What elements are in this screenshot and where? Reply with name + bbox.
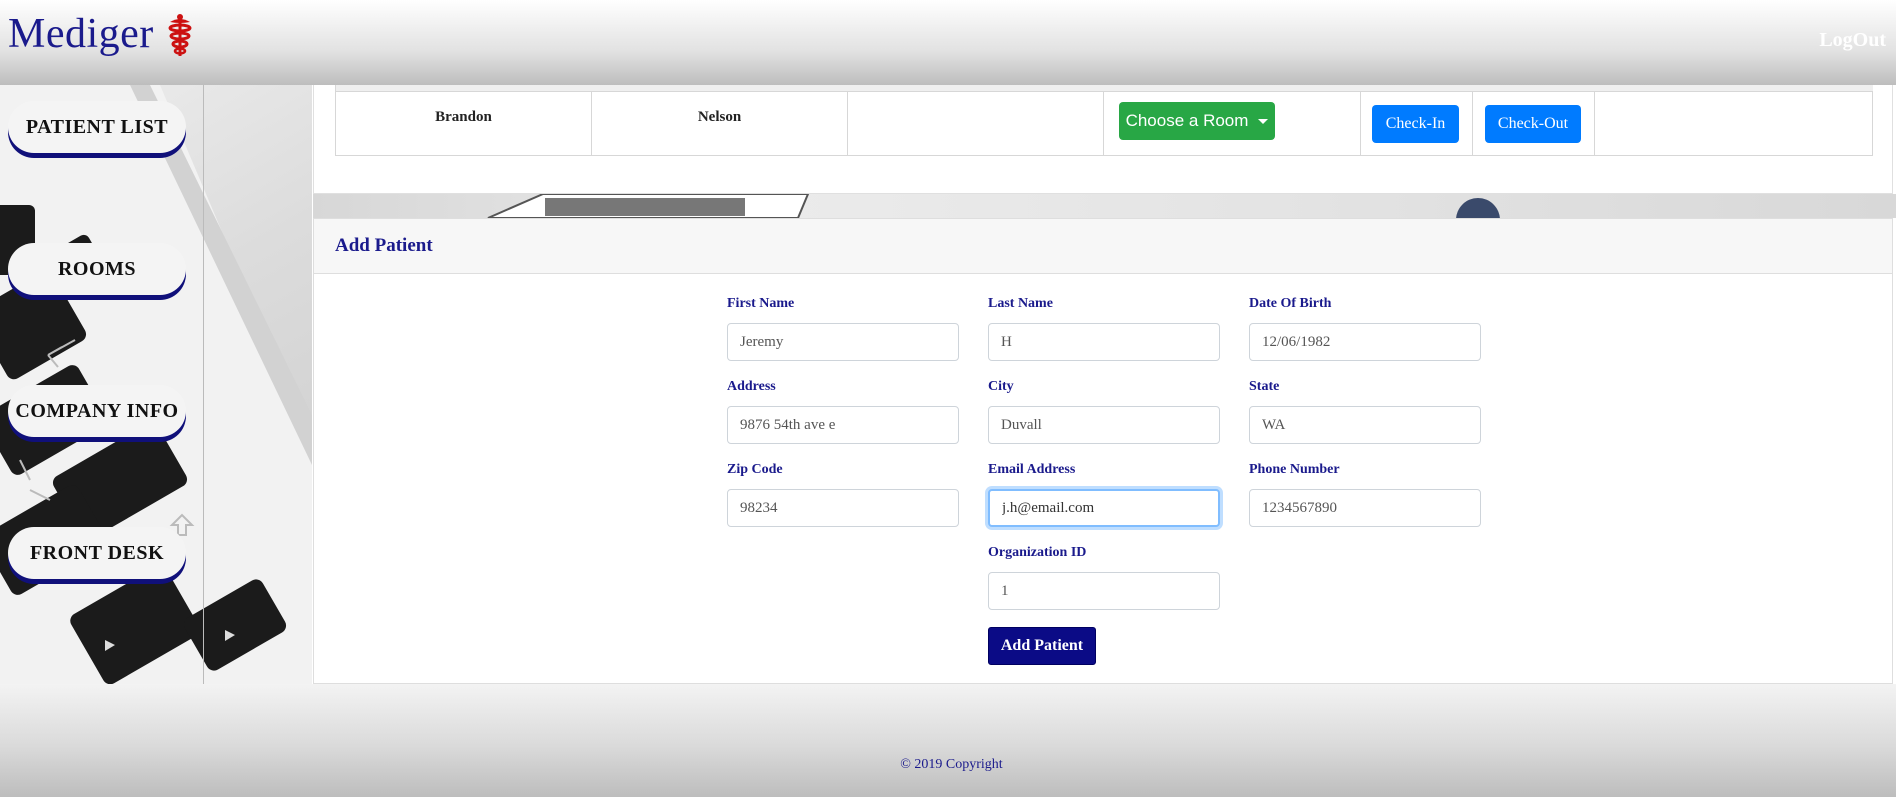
first-name-label: First Name [727,296,795,311]
sidebar-item-rooms[interactable]: ROOMS [8,243,186,295]
choose-room-dropdown[interactable]: Choose a Room [1119,102,1275,140]
sidebar-item-front-desk[interactable]: FRONT DESK [8,527,186,579]
header: Mediger LogOut [0,0,1896,85]
dob-label: Date Of Birth [1249,296,1332,311]
table-cell: Check-Out [1473,92,1595,156]
patient-table-card: Brandon Nelson Choose a Room Check-In Ch… [313,85,1893,194]
background-strip [313,194,1896,218]
caduceus-logo-icon [168,14,192,56]
last-name-label: Last Name [988,296,1053,311]
add-patient-title: Add Patient [335,235,433,256]
logout-link[interactable]: LogOut [1819,29,1886,52]
footer: © 2019 Copyright [0,684,1896,797]
table-cell [848,92,1104,156]
zip-code-label: Zip Code [727,462,783,477]
email-input[interactable] [988,489,1220,527]
add-patient-header: Add Patient [314,219,1892,274]
table-cell: Brandon [336,92,592,156]
zip-code-input[interactable] [727,489,959,527]
sidebar-item-label: PATIENT LIST [25,115,169,138]
state-label: State [1249,379,1280,394]
address-label: Address [727,379,776,394]
brand[interactable]: Mediger [8,10,194,58]
organization-id-input[interactable] [988,572,1220,610]
patient-first-name: Brandon [435,109,492,125]
caret-down-icon [1258,118,1269,124]
dob-input[interactable] [1249,323,1481,361]
sidebar-divider [203,85,204,684]
last-name-input[interactable] [988,323,1220,361]
add-patient-card: Add Patient First Name Last Name Date Of… [313,218,1893,684]
sidebar-item-label: ROOMS [57,257,137,280]
sidebar-item-label: FRONT DESK [29,541,165,564]
table-cell: Choose a Room [1104,92,1361,156]
sidebar-item-company-info[interactable]: COMPANY INFO [8,385,186,437]
sidebar-item-patient-list[interactable]: PATIENT LIST [8,101,186,153]
choose-room-label: Choose a Room [1125,111,1249,130]
address-input[interactable] [727,406,959,444]
state-input[interactable] [1249,406,1481,444]
city-label: City [988,379,1014,394]
add-patient-button[interactable]: Add Patient [988,627,1096,665]
city-input[interactable] [988,406,1220,444]
brand-name: Mediger [8,11,154,57]
phone-input[interactable] [1249,489,1481,527]
table-cell: Nelson [592,92,848,156]
check-out-button[interactable]: Check-Out [1485,105,1581,143]
patient-last-name: Nelson [697,109,742,125]
sidebar-item-label: COMPANY INFO [15,399,179,422]
table-cell: Check-In [1361,92,1473,156]
email-label: Email Address [988,462,1076,477]
first-name-input[interactable] [727,323,959,361]
organization-id-label: Organization ID [988,545,1087,560]
patient-table: Brandon Nelson Choose a Room Check-In Ch… [335,91,1873,156]
copyright-text: © 2019 Copyright [900,757,1003,772]
phone-label: Phone Number [1249,462,1340,477]
check-in-button[interactable]: Check-In [1372,105,1459,143]
